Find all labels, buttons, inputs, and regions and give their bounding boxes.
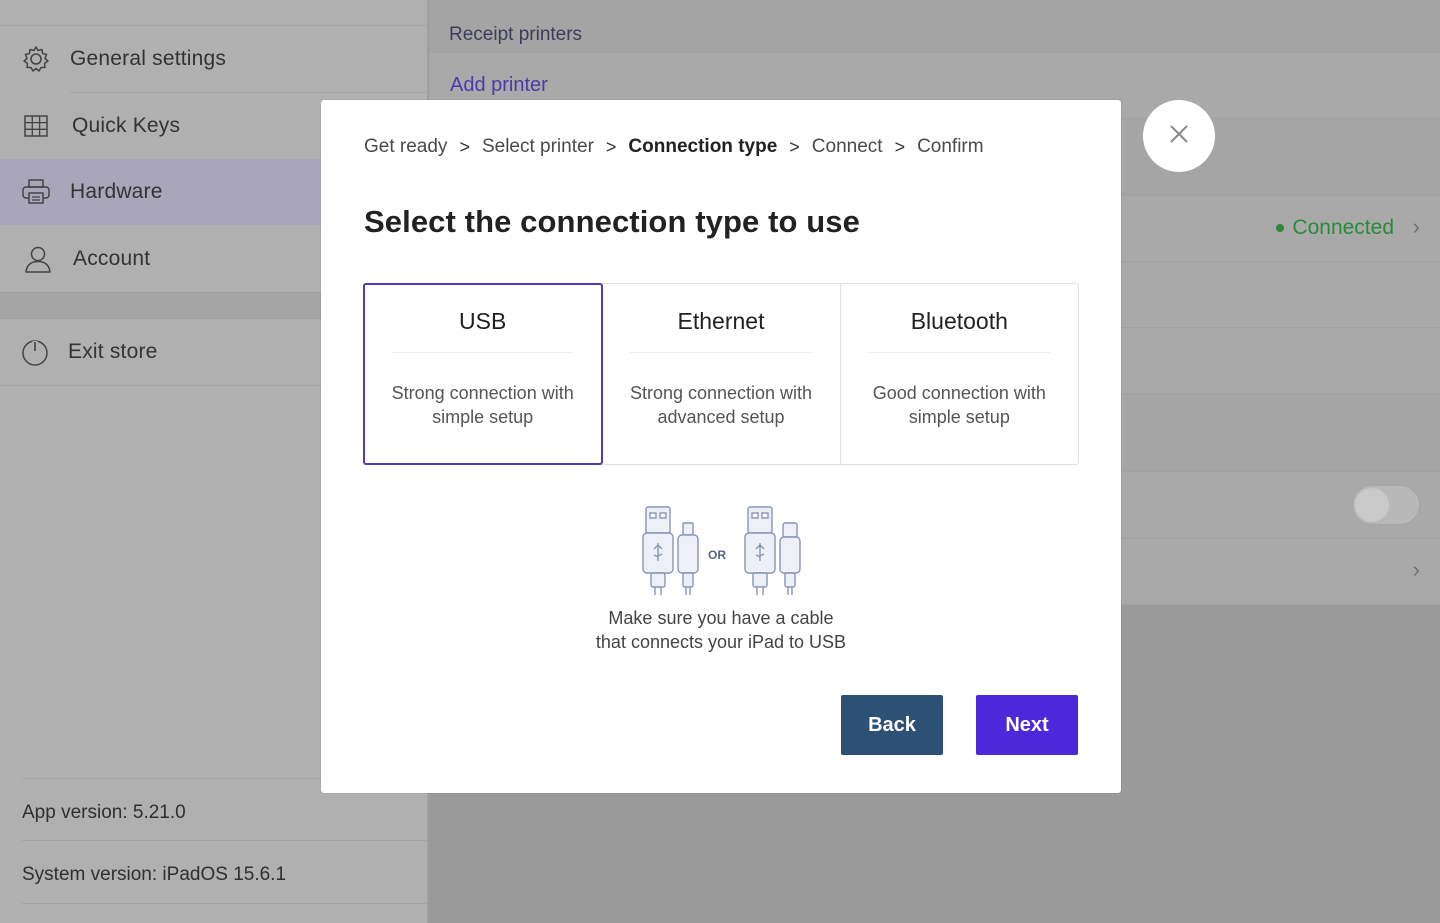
hint-line: Make sure you have a cable xyxy=(608,608,834,628)
chevron-right-icon: > xyxy=(605,136,617,157)
option-description: Strong connection with simple setup xyxy=(391,383,574,427)
usb-c-cable-icon xyxy=(779,522,801,595)
chevron-right-icon: › xyxy=(1412,557,1420,582)
chevron-right-icon: > xyxy=(894,136,906,157)
add-printer-link[interactable]: Add printer xyxy=(450,74,548,97)
breadcrumb-step: Get ready xyxy=(364,136,448,157)
option-usb[interactable]: USB Strong connection with simple setup xyxy=(362,283,604,465)
breadcrumb: Get ready > Select printer > Connection … xyxy=(364,136,984,158)
option-title: Ethernet xyxy=(677,308,765,334)
chevron-right-icon: > xyxy=(789,136,800,157)
sidebar-item-label: Account xyxy=(73,247,151,270)
sidebar-item-label: Quick Keys xyxy=(72,114,181,137)
option-title: USB xyxy=(459,308,507,334)
divider xyxy=(22,903,427,904)
sidebar-item-label: Exit store xyxy=(68,340,158,363)
printer-icon xyxy=(20,176,52,208)
status-dot xyxy=(1276,224,1285,233)
divider xyxy=(630,352,812,353)
option-title: Bluetooth xyxy=(910,308,1008,334)
or-label: OR xyxy=(708,548,726,562)
close-icon xyxy=(1168,123,1190,150)
grid-icon xyxy=(20,110,52,142)
power-icon xyxy=(19,336,51,368)
section-header: Receipt printers xyxy=(429,0,1440,53)
option-description: Strong connection with advanced setup xyxy=(629,383,813,427)
section-title: Receipt printers xyxy=(449,24,583,45)
usb-a-cable-icon xyxy=(744,506,776,595)
option-ethernet[interactable]: Ethernet Strong connection with advanced… xyxy=(602,284,841,464)
connection-options: USB Strong connection with simple setup … xyxy=(362,283,1079,465)
next-button[interactable]: Next xyxy=(976,695,1078,755)
lightning-cable-icon xyxy=(677,522,699,595)
system-version: System version: iPadOS 15.6.1 xyxy=(22,864,287,885)
chevron-right-icon: › xyxy=(1412,214,1420,239)
cable-hint: Make sure you have a cable that connects… xyxy=(521,606,921,654)
option-description: Good connection with simple setup xyxy=(872,383,1046,427)
breadcrumb-step: Select printer xyxy=(481,136,594,157)
usb-a-cable-icon xyxy=(642,506,674,595)
option-bluetooth[interactable]: Bluetooth Good connection with simple se… xyxy=(841,284,1078,464)
sidebar-item-label: General settings xyxy=(70,47,227,70)
divider xyxy=(392,352,574,353)
usb-cable-illustration: OR xyxy=(641,505,801,597)
app-version: App version: 5.21.0 xyxy=(22,802,186,823)
hint-line: that connects your iPad to USB xyxy=(595,632,847,652)
status-badge: Connected xyxy=(1276,216,1394,240)
toggle-knob xyxy=(1355,488,1389,522)
status-text: Connected xyxy=(1292,216,1394,239)
divider xyxy=(868,352,1050,353)
sidebar-item-label: Hardware xyxy=(70,180,163,203)
chevron-right-icon: > xyxy=(459,136,470,157)
breadcrumb-current-step: Connection type xyxy=(628,136,778,157)
toggle-switch[interactable] xyxy=(1352,485,1420,525)
sidebar-item-general-settings[interactable]: General settings xyxy=(0,26,428,92)
connection-type-modal: Get ready > Select printer > Connection … xyxy=(321,100,1121,793)
divider xyxy=(22,840,427,841)
back-button[interactable]: Back xyxy=(841,695,943,755)
gear-icon xyxy=(20,43,52,75)
breadcrumb-step: Confirm xyxy=(917,136,984,157)
user-icon xyxy=(22,243,54,275)
close-modal-button[interactable] xyxy=(1143,100,1215,172)
modal-title: Select the connection type to use xyxy=(364,204,860,239)
breadcrumb-step: Connect xyxy=(811,136,883,157)
